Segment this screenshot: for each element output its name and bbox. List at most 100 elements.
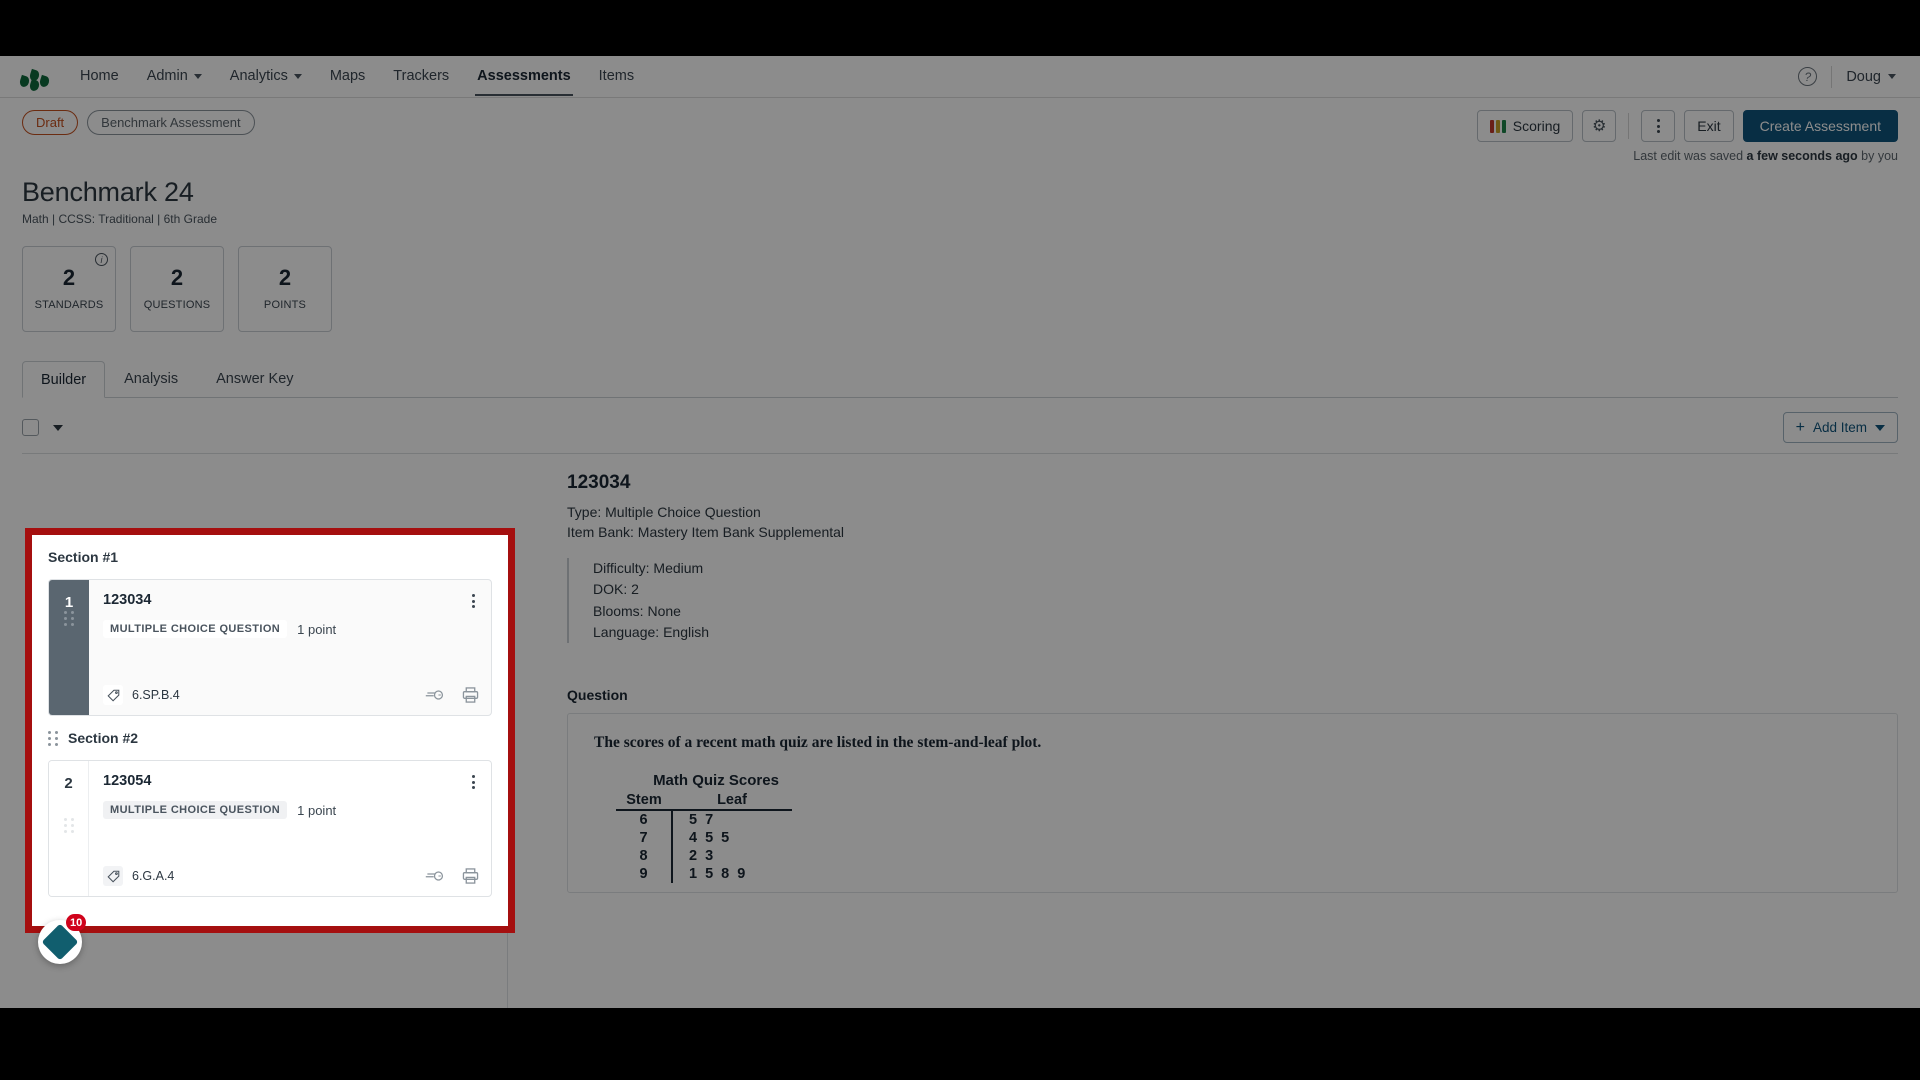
section-1-header: Section #1 [32, 535, 508, 565]
item-footer-row: 6.SP.B.4 [103, 685, 479, 705]
question-stem-text: The scores of a recent math quiz are lis… [594, 734, 1042, 752]
stem-and-leaf-plot: Math Quiz Scores Stem Leaf 6 5 7 7 4 5 5… [616, 772, 816, 884]
page-title: Benchmark 24 [22, 177, 194, 207]
exit-button[interactable]: Exit [1684, 110, 1734, 142]
exit-label: Exit [1697, 118, 1721, 134]
item-type-chip: MULTIPLE CHOICE QUESTION [103, 801, 288, 819]
item-menu-kebab-icon[interactable] [468, 773, 479, 791]
highlighted-sections-panel: Section #1 1 123034 MULTIPLE CHOICE QUES… [25, 528, 515, 933]
item-body: 123054 MULTIPLE CHOICE QUESTION 1 point … [89, 761, 491, 896]
nav-item-items[interactable]: Items [585, 57, 648, 96]
plot-stem-cell: 9 [616, 865, 673, 884]
item-body: 123034 MULTIPLE CHOICE QUESTION 1 point … [89, 580, 491, 715]
stat-label: POINTS [263, 299, 307, 311]
scoring-button[interactable]: Scoring [1476, 110, 1574, 142]
plot-row: 7 4 5 5 [616, 829, 792, 848]
stat-card-points: 2 POINTS [238, 246, 332, 332]
item-id: 123054 [103, 773, 152, 789]
action-divider [1628, 113, 1630, 139]
nav-item-label: Home [80, 68, 119, 84]
kebab-icon [1656, 119, 1660, 133]
plot-leaf-header: Leaf [672, 791, 792, 812]
question-preview-box: The scores of a recent math quiz are lis… [567, 713, 1898, 894]
item-meta-row: MULTIPLE CHOICE QUESTION 1 point [103, 801, 479, 819]
chevron-down-icon [1875, 424, 1885, 431]
nav-item-admin[interactable]: Admin [133, 57, 216, 96]
plot-leaf-cell: 2 3 [689, 848, 716, 865]
create-assessment-button[interactable]: Create Assessment [1742, 110, 1898, 142]
plot-row: 8 2 3 [616, 847, 792, 866]
builder-tabs: Builder Analysis Answer Key [22, 360, 1898, 398]
scoring-label: Scoring [1512, 118, 1561, 134]
stat-label: STANDARDS [34, 299, 104, 311]
tab-label: Analysis [124, 371, 179, 387]
tab-builder[interactable]: Builder [22, 361, 106, 398]
select-all-checkbox[interactable] [22, 419, 39, 436]
nav-item-label: Maps [329, 68, 366, 84]
print-icon[interactable] [462, 868, 479, 884]
tab-analysis[interactable]: Analysis [105, 360, 197, 397]
drag-handle-icon[interactable] [64, 611, 74, 626]
nav-item-home[interactable]: Home [66, 57, 133, 96]
settings-button[interactable]: ⚙ [1582, 110, 1617, 142]
section-2-header: Section #2 [32, 716, 508, 746]
saved-time: a few seconds ago [1746, 149, 1858, 163]
preview-eye-icon[interactable] [425, 869, 444, 883]
plus-icon: + [1795, 418, 1805, 436]
last-saved-note: Last edit was saved a few seconds ago by… [1633, 149, 1898, 163]
page-subtitle: Math | CCSS: Traditional | 6th Grade [22, 212, 217, 226]
add-item-button[interactable]: + Add Item [1782, 412, 1898, 443]
tab-answer-key[interactable]: Answer Key [197, 360, 312, 397]
print-icon[interactable] [462, 687, 479, 703]
chevron-down-icon [293, 73, 302, 79]
nav-item-label: Assessments [477, 68, 571, 84]
action-buttons-area: Scoring ⚙ Exit Create Assessment Last ed… [1476, 110, 1898, 163]
plot-table: Stem Leaf 6 5 7 7 4 5 5 8 2 3 9 1 5 8 9 [616, 791, 792, 884]
nav-item-label: Trackers [393, 68, 450, 84]
tab-label: Builder [41, 372, 87, 388]
item-header-row: 123034 [103, 592, 479, 610]
add-item-label: Add Item [1812, 420, 1867, 435]
plot-header-row: Stem Leaf [616, 791, 792, 812]
item-card-123034[interactable]: 1 123034 MULTIPLE CHOICE QUESTION 1 poin… [48, 579, 492, 716]
stat-card-standards: i 2 STANDARDS [22, 246, 116, 332]
assessment-action-bar: Draft Benchmark Assessment Scoring ⚙ Exi… [0, 98, 1920, 163]
nav-right-cluster: ? Doug [1798, 65, 1902, 88]
detail-language: Language: English [593, 623, 709, 640]
tag-icon [103, 685, 123, 705]
plot-leaf-cell: 1 5 8 9 [689, 866, 748, 883]
item-menu-kebab-icon[interactable] [468, 592, 479, 610]
nav-item-assessments[interactable]: Assessments [463, 57, 585, 96]
item-footer-icons [425, 868, 479, 884]
nav-item-trackers[interactable]: Trackers [379, 57, 463, 96]
question-section-label: Question [567, 687, 628, 704]
nav-item-label: Analytics [229, 68, 288, 84]
drag-handle-icon[interactable] [48, 730, 58, 746]
detail-dok: DOK: 2 [593, 581, 639, 598]
nav-item-label: Items [598, 68, 635, 84]
more-options-button[interactable] [1641, 110, 1676, 142]
nav-item-maps[interactable]: Maps [316, 57, 379, 96]
detail-blooms: Blooms: None [593, 602, 681, 619]
plot-row: 6 5 7 [616, 810, 792, 830]
item-points: 1 point [297, 621, 337, 637]
plot-stem-cell: 6 [616, 810, 673, 830]
scoring-bars-icon [1489, 119, 1506, 133]
saved-suffix: by you [1857, 149, 1898, 163]
section-title: Section #1 [48, 549, 119, 565]
plot-leaf-cell: 5 7 [689, 812, 716, 829]
info-icon[interactable]: i [95, 253, 108, 266]
expand-collapse-chevron-icon[interactable] [53, 424, 63, 431]
app-logo-icon[interactable] [18, 64, 52, 92]
drag-handle-icon[interactable] [63, 818, 74, 833]
nav-item-analytics[interactable]: Analytics [216, 57, 316, 96]
item-meta-row: MULTIPLE CHOICE QUESTION 1 point [103, 620, 479, 638]
saved-prefix: Last edit was saved [1633, 149, 1747, 163]
preview-eye-icon[interactable] [425, 688, 444, 702]
help-icon[interactable]: ? [1798, 67, 1818, 86]
item-card-123054[interactable]: 2 123054 MULTIPLE CHOICE QUESTION 1 poin… [48, 760, 492, 897]
widget-notification-badge[interactable]: 10 [66, 914, 87, 931]
section-title: Section #2 [68, 730, 139, 746]
user-menu-button[interactable]: Doug [1846, 69, 1896, 85]
status-badge: Draft [22, 110, 79, 135]
